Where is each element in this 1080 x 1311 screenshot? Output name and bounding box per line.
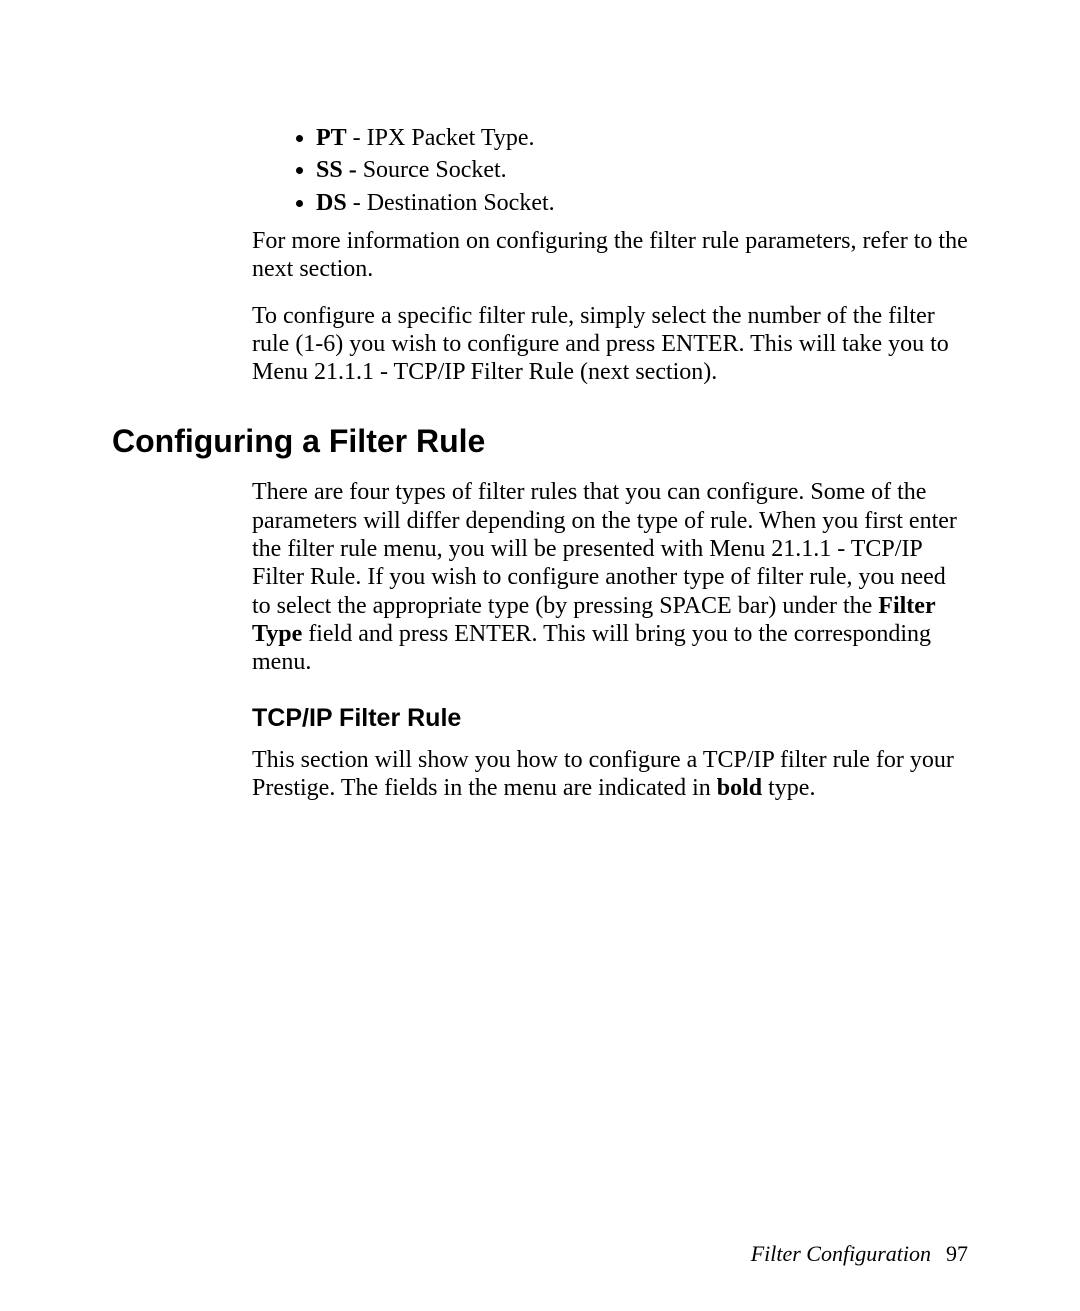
paragraph-section: There are four types of filter rules tha…: [252, 478, 968, 676]
section-heading: Configuring a Filter Rule: [112, 423, 968, 461]
footer-page-number: 97: [946, 1241, 968, 1266]
text-run: There are four types of filter rules tha…: [252, 479, 957, 618]
page: PT - IPX Packet Type. SS - Source Socket…: [0, 0, 1080, 1311]
sep: -: [347, 125, 367, 151]
term-ss: SS: [316, 157, 343, 183]
list-item: SS - Source Socket.: [316, 156, 968, 184]
sep: -: [343, 157, 363, 183]
bold-word: bold: [717, 775, 762, 801]
body-column: There are four types of filter rules tha…: [252, 478, 968, 802]
desc: Source Socket.: [363, 157, 507, 183]
subsection-heading: TCP/IP Filter Rule: [252, 704, 968, 734]
list-item: DS - Destination Socket.: [316, 189, 968, 217]
body-column: PT - IPX Packet Type. SS - Source Socket…: [252, 124, 968, 387]
desc: Destination Socket.: [367, 190, 555, 216]
text-run: field and press ENTER. This will bring y…: [252, 621, 931, 675]
term-ds: DS: [316, 190, 347, 216]
footer-label: Filter Configuration: [751, 1241, 931, 1266]
term-pt: PT: [316, 125, 347, 151]
text-run: type.: [762, 775, 815, 801]
sep: -: [347, 190, 367, 216]
paragraph-configure: To configure a specific filter rule, sim…: [252, 302, 968, 387]
page-footer: Filter Configuration 97: [751, 1241, 968, 1267]
list-item: PT - IPX Packet Type.: [316, 124, 968, 152]
text-run: This section will show you how to config…: [252, 747, 954, 801]
paragraph-info: For more information on configuring the …: [252, 227, 968, 284]
acronym-list: PT - IPX Packet Type. SS - Source Socket…: [252, 124, 968, 217]
desc: IPX Packet Type.: [367, 125, 535, 151]
paragraph-subsection: This section will show you how to config…: [252, 746, 968, 803]
